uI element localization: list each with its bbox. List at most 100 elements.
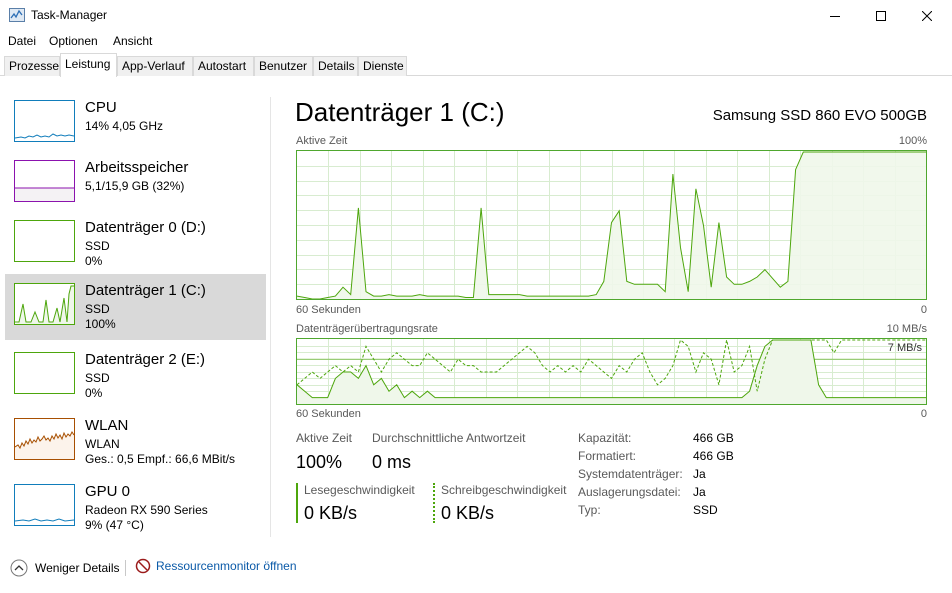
minimize-icon	[830, 15, 840, 17]
tab-details[interactable]: Details	[313, 56, 358, 76]
sidebar-item-label: Datenträger 2 (E:)	[85, 351, 206, 368]
page-title: Datenträger 1 (C:)	[295, 97, 505, 127]
system-disk-label: Systemdatenträger:	[578, 467, 683, 481]
transfer-rate-secondary-max-label: 7 MB/s	[887, 342, 922, 354]
page-file-label: Auslagerungsdatei:	[578, 485, 681, 499]
transfer-rate-graph-time-label: 60 Sekunden	[296, 408, 361, 420]
sidebar-item-usage: 9% (47 °C)	[85, 518, 144, 532]
formatted-label: Formatiert:	[578, 449, 637, 463]
sidebar-item-wlan[interactable]: WLAN WLAN Ges.: 0,5 Empf.: 66,6 MBit/s	[5, 409, 266, 475]
transfer-rate-graph-max-label: 10 MB/s	[886, 323, 927, 335]
write-speed-indicator	[433, 483, 435, 523]
sidebar-item-detail: Radeon RX 590 Series	[85, 503, 208, 517]
resource-sidebar: CPU 14% 4,05 GHz Arbeitsspeicher 5,1/15,…	[0, 77, 270, 545]
read-speed-stat-label: Lesegeschwindigkeit	[304, 483, 415, 497]
sidebar-item-label: CPU	[85, 99, 117, 116]
cpu-thumbnail-graph	[14, 100, 75, 142]
sidebar-item-label: WLAN	[85, 417, 129, 434]
window-title: Task-Manager	[31, 8, 108, 22]
close-button[interactable]	[904, 0, 950, 31]
sidebar-divider	[270, 97, 271, 537]
task-manager-app-icon	[9, 8, 25, 22]
footer-bar: Weniger Details Ressourcenmonitor öffnen	[0, 548, 952, 593]
sidebar-item-label: GPU 0	[85, 483, 131, 500]
sidebar-item-usage: 100%	[85, 317, 116, 331]
memory-thumbnail-graph	[14, 160, 75, 202]
fewer-details-label: Weniger Details	[35, 561, 120, 575]
sidebar-item-detail: SSD	[85, 239, 110, 253]
tab-autostart[interactable]: Autostart	[193, 56, 254, 76]
resource-monitor-link[interactable]: Ressourcenmonitor öffnen	[135, 558, 297, 574]
disk-detail-panel: Datenträger 1 (C:) Samsung SSD 860 EVO 5…	[280, 77, 952, 545]
transfer-rate-graph-label: Datenträgerübertragungsrate	[296, 323, 438, 335]
device-model-name: Samsung SSD 860 EVO 500GB	[712, 107, 927, 124]
tab-leistung[interactable]: Leistung	[60, 53, 117, 77]
close-icon	[922, 10, 932, 21]
transfer-rate-graph: 7 MB/s	[296, 338, 927, 405]
menu-optionen[interactable]: Optionen	[49, 34, 98, 48]
sidebar-item-throughput: Ges.: 0,5 Empf.: 66,6 MBit/s	[85, 452, 236, 466]
resource-monitor-icon	[135, 558, 151, 574]
sidebar-item-gpu-0[interactable]: GPU 0 Radeon RX 590 Series 9% (47 °C)	[5, 475, 266, 541]
active-time-graph-plot	[297, 151, 926, 299]
avg-response-stat-label: Durchschnittliche Antwortzeit	[372, 431, 526, 445]
sidebar-item-detail: 5,1/15,9 GB (32%)	[85, 179, 185, 193]
disk-1-thumbnail-graph	[14, 283, 75, 325]
disk-0-thumbnail-graph	[14, 220, 75, 262]
active-time-stat-label: Aktive Zeit	[296, 431, 353, 445]
sidebar-item-usage: 0%	[85, 254, 103, 268]
page-file-value: Ja	[693, 485, 706, 499]
sidebar-item-cpu[interactable]: CPU 14% 4,05 GHz	[5, 91, 266, 157]
sidebar-item-label: Datenträger 1 (C:)	[85, 282, 206, 299]
sidebar-item-detail: WLAN	[85, 437, 120, 451]
capacity-label: Kapazität:	[578, 431, 632, 445]
type-label: Typ:	[578, 503, 601, 517]
system-disk-value: Ja	[693, 467, 706, 481]
menu-datei[interactable]: Datei	[8, 34, 36, 48]
resource-monitor-label: Ressourcenmonitor öffnen	[156, 559, 297, 573]
active-time-graph-min-label: 0	[920, 304, 927, 316]
chevron-up-circle-icon	[10, 559, 28, 577]
sidebar-item-memory[interactable]: Arbeitsspeicher 5,1/15,9 GB (32%)	[5, 151, 266, 217]
write-speed-stat-value: 0 KB/s	[441, 503, 495, 523]
tab-prozesse[interactable]: Prozesse	[4, 56, 60, 76]
capacity-value: 466 GB	[693, 431, 734, 445]
active-time-graph-time-label: 60 Sekunden	[296, 304, 361, 316]
sidebar-item-disk-1[interactable]: Datenträger 1 (C:) SSD 100%	[5, 274, 266, 340]
active-time-graph	[296, 150, 927, 300]
footer-divider	[125, 560, 126, 576]
type-value: SSD	[693, 503, 718, 517]
minimize-button[interactable]	[812, 0, 858, 31]
sidebar-item-usage: 0%	[85, 386, 103, 400]
gpu-0-thumbnail-graph	[14, 484, 75, 526]
sidebar-item-disk-0[interactable]: Datenträger 0 (D:) SSD 0%	[5, 211, 266, 277]
transfer-rate-graph-plot	[297, 339, 926, 404]
sidebar-item-label: Arbeitsspeicher	[85, 159, 189, 176]
fewer-details-button[interactable]: Weniger Details	[10, 559, 119, 577]
write-speed-stat-label: Schreibgeschwindigkeit	[441, 483, 567, 497]
wlan-thumbnail-graph	[14, 418, 75, 460]
sidebar-item-label: Datenträger 0 (D:)	[85, 219, 206, 236]
menu-bar: Datei Optionen Ansicht	[0, 31, 952, 51]
menu-ansicht[interactable]: Ansicht	[113, 34, 152, 48]
tab-dienste[interactable]: Dienste	[358, 56, 407, 76]
transfer-rate-graph-min-label: 0	[920, 408, 927, 420]
sidebar-item-detail: SSD	[85, 371, 110, 385]
tab-benutzer[interactable]: Benutzer	[254, 56, 313, 76]
formatted-value: 466 GB	[693, 449, 734, 463]
active-time-stat-value: 100%	[296, 452, 343, 472]
tab-bar: Prozesse Leistung App-Verlauf Autostart …	[0, 53, 952, 77]
active-time-graph-label: Aktive Zeit	[296, 135, 348, 147]
avg-response-stat-value: 0 ms	[372, 452, 412, 472]
maximize-button[interactable]	[858, 0, 904, 31]
maximize-icon	[876, 10, 886, 21]
disk-2-thumbnail-graph	[14, 352, 75, 394]
active-time-graph-max-label: 100%	[898, 135, 927, 147]
tab-app-verlauf[interactable]: App-Verlauf	[117, 56, 193, 76]
read-speed-stat-value: 0 KB/s	[304, 503, 358, 523]
read-speed-indicator	[296, 483, 298, 523]
sidebar-item-detail: 14% 4,05 GHz	[85, 119, 164, 133]
title-bar[interactable]: Task-Manager	[0, 0, 952, 31]
sidebar-item-disk-2[interactable]: Datenträger 2 (E:) SSD 0%	[5, 343, 266, 409]
sidebar-item-detail: SSD	[85, 302, 110, 316]
